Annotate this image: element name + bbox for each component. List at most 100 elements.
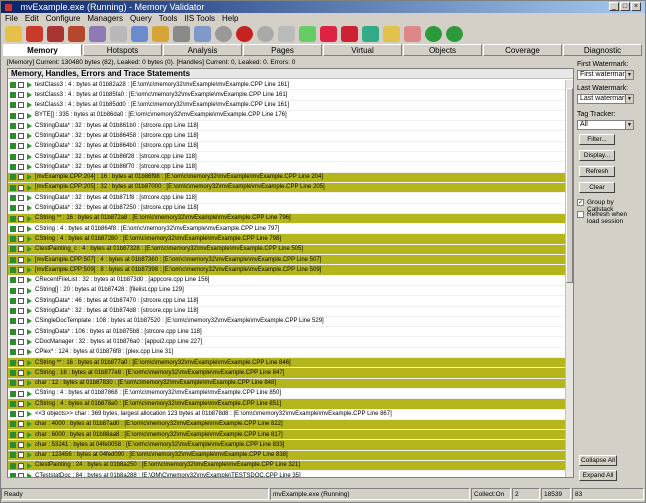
display-button[interactable]: Display...	[579, 150, 615, 161]
expand-toggle-icon[interactable]	[18, 174, 24, 181]
chevron-down-icon[interactable]: ▼	[625, 71, 633, 79]
inject-icon[interactable]	[68, 25, 85, 42]
expand-toggle-icon[interactable]	[18, 390, 24, 397]
list-item[interactable]: CString[] : 20 : bytes at 01b87428 : [fi…	[8, 286, 566, 297]
expand-toggle-icon[interactable]	[18, 81, 24, 88]
list-item[interactable]: char : 4000 : bytes at 01b87ad0 : [E:\om…	[8, 419, 566, 431]
expand-toggle-icon[interactable]	[18, 339, 24, 346]
tab-virtual[interactable]: Virtual	[323, 44, 402, 56]
menu-tools[interactable]: Tools	[159, 13, 178, 24]
allocation-list[interactable]: Memory, Handles, Errors and Trace Statem…	[7, 68, 574, 478]
list-item[interactable]: CStringData* : 32 : bytes at 01b861b0 : …	[8, 121, 566, 132]
open-folder-icon[interactable]	[5, 25, 22, 42]
list-item[interactable]: char : 53241 : bytes at 04fe0058 : [E:\o…	[8, 440, 566, 451]
list-item[interactable]: [mvExample.CPP:509] : 8 : bytes at 01b87…	[8, 265, 566, 276]
tab-objects[interactable]: Objects	[403, 44, 482, 56]
expand-toggle-icon[interactable]	[18, 194, 24, 201]
close-icon[interactable]: ×	[631, 2, 641, 11]
expand-toggle-icon[interactable]	[18, 287, 24, 294]
expand-toggle-icon[interactable]	[18, 297, 24, 304]
expand-toggle-icon[interactable]	[18, 277, 24, 284]
expand-toggle-icon[interactable]	[18, 164, 24, 171]
checkbox-checked-icon[interactable]: ✓	[577, 199, 584, 206]
expand-toggle-icon[interactable]	[18, 102, 24, 109]
list-item[interactable]: [mvExample.CPP:507] : 4 : bytes at 01b87…	[8, 255, 566, 266]
list-item[interactable]: CStringData* : 32 : bytes at 01b871f8 : …	[8, 193, 566, 204]
list-item[interactable]: CtestPainting_c : 4 : bytes at 01b87328 …	[8, 244, 566, 256]
record-icon[interactable]	[236, 25, 253, 42]
tab-pages[interactable]: Pages	[243, 44, 322, 56]
tab-diagnostic[interactable]: Diagnostic	[563, 44, 642, 56]
expand-toggle-icon[interactable]	[18, 318, 24, 325]
maximize-icon[interactable]: □	[620, 2, 630, 11]
menu-file[interactable]: File	[5, 13, 18, 24]
list-item[interactable]: CSingleDocTemplate : 108 : bytes at 01b8…	[8, 317, 566, 328]
expand-toggle-icon[interactable]	[18, 143, 24, 150]
list-item[interactable]: CStringData* : 106 : bytes at 01b875b8 :…	[8, 327, 566, 338]
chevron-down-icon[interactable]: ▼	[625, 95, 633, 103]
expand-toggle-icon[interactable]	[18, 369, 24, 376]
expand-toggle-icon[interactable]	[18, 462, 24, 469]
list-item[interactable]: CString : 4 : bytes at 01b87868 : [E:\om…	[8, 389, 566, 400]
collapse-all-button[interactable]: Collapse All	[579, 455, 617, 466]
list-item[interactable]: CStringData* : 46 : bytes at 01b87470 : …	[8, 296, 566, 307]
expand-toggle-icon[interactable]	[18, 91, 24, 98]
magnify-icon[interactable]	[131, 25, 148, 42]
minimize-icon[interactable]: _	[609, 2, 619, 11]
list-item[interactable]: testClass3 : 4 : bytes at 01b85fa0 : [E:…	[8, 90, 566, 101]
expand-toggle-icon[interactable]	[18, 359, 24, 366]
graph-icon[interactable]	[320, 25, 337, 42]
expand-toggle-icon[interactable]	[18, 122, 24, 129]
pin-icon[interactable]	[299, 25, 316, 42]
people-icon[interactable]	[404, 25, 421, 42]
list-item[interactable]: CStringData* : 32 : bytes at 01b86f28 : …	[8, 152, 566, 163]
filter-button[interactable]: Filter...	[579, 134, 615, 145]
expand-toggle-icon[interactable]	[18, 215, 24, 222]
expand-toggle-icon[interactable]	[18, 328, 24, 335]
list-item[interactable]: CPlex* : 124 : bytes at 01b876f8 : [plex…	[8, 348, 566, 359]
vertical-scrollbar[interactable]	[565, 80, 573, 477]
list-item[interactable]: CStringData* : 32 : bytes at 01b874d8 : …	[8, 307, 566, 317]
list-item[interactable]: char : 6000 : bytes at 01b88aa8 : [E:\om…	[8, 430, 566, 441]
tab-memory[interactable]: Memory	[3, 44, 82, 56]
list-item[interactable]: CString ** : 16 : bytes at 01b877a0 : [E…	[8, 358, 566, 369]
star-icon[interactable]	[383, 25, 400, 42]
expand-toggle-icon[interactable]	[18, 133, 24, 140]
clear-icon[interactable]	[278, 25, 295, 42]
pointer-icon[interactable]	[152, 25, 169, 42]
wand-icon[interactable]	[194, 25, 211, 42]
first-watermark-select[interactable]: First watermark ▼	[577, 70, 634, 80]
checkbox-unchecked-icon[interactable]	[577, 211, 584, 218]
list-item[interactable]: CString : 4 : bytes at 01b878a0 : [E:\om…	[8, 399, 566, 410]
menu-query[interactable]: Query	[130, 13, 152, 24]
wizard-icon[interactable]	[89, 25, 106, 42]
menu-configure[interactable]: Configure	[46, 13, 81, 24]
list-item[interactable]: CTeststatDoc : 84 : bytes at 01b8a288 : …	[8, 471, 566, 477]
dna-icon[interactable]	[341, 25, 358, 42]
list-item[interactable]: testClass3 : 4 : bytes at 01b82a28 : [E:…	[8, 80, 566, 91]
list-item[interactable]: CString ** : 16 : bytes at 01b872a8 : [E…	[8, 213, 566, 225]
chevron-down-icon[interactable]: ▼	[625, 121, 633, 129]
list-item[interactable]: char : 12 : bytes at 01b87830 : [E:\om\c…	[8, 378, 566, 389]
expand-toggle-icon[interactable]	[18, 205, 24, 212]
menu-managers[interactable]: Managers	[87, 13, 123, 24]
list-item[interactable]: CStringData* : 32 : bytes at 01b864b0 : …	[8, 142, 566, 153]
list-item[interactable]: CString : 4 : bytes at 01b864f8 : [E:\om…	[8, 224, 566, 235]
expand-toggle-icon[interactable]	[18, 236, 24, 243]
expand-toggle-icon[interactable]	[18, 431, 24, 438]
list-item[interactable]: CtestPainting : 24 : bytes at 01b8a250 :…	[8, 460, 566, 472]
menu-help[interactable]: Help	[222, 13, 238, 24]
list-item[interactable]: CString : 4 : bytes at 01b87280 : [E:\om…	[8, 234, 566, 245]
tag-tracker-select[interactable]: All ▼	[577, 120, 634, 130]
expand-toggle-icon[interactable]	[18, 452, 24, 459]
menu-edit[interactable]: Edit	[25, 13, 39, 24]
expand-toggle-icon[interactable]	[18, 256, 24, 263]
expand-toggle-icon[interactable]	[18, 266, 24, 273]
tab-hotspots[interactable]: Hotspots	[83, 44, 162, 56]
expand-toggle-icon[interactable]	[18, 472, 24, 477]
list-item[interactable]: CStringData* : 32 : bytes at 01b86f70 : …	[8, 162, 566, 173]
list-item[interactable]: CRecentFileList : 32 : bytes at 01b873d0…	[8, 276, 566, 286]
expand-toggle-icon[interactable]	[18, 308, 24, 315]
list-item[interactable]: testClass3 : 4 : bytes at 01b85dd0 : [E:…	[8, 101, 566, 111]
scrollbar-thumb[interactable]	[566, 88, 573, 283]
